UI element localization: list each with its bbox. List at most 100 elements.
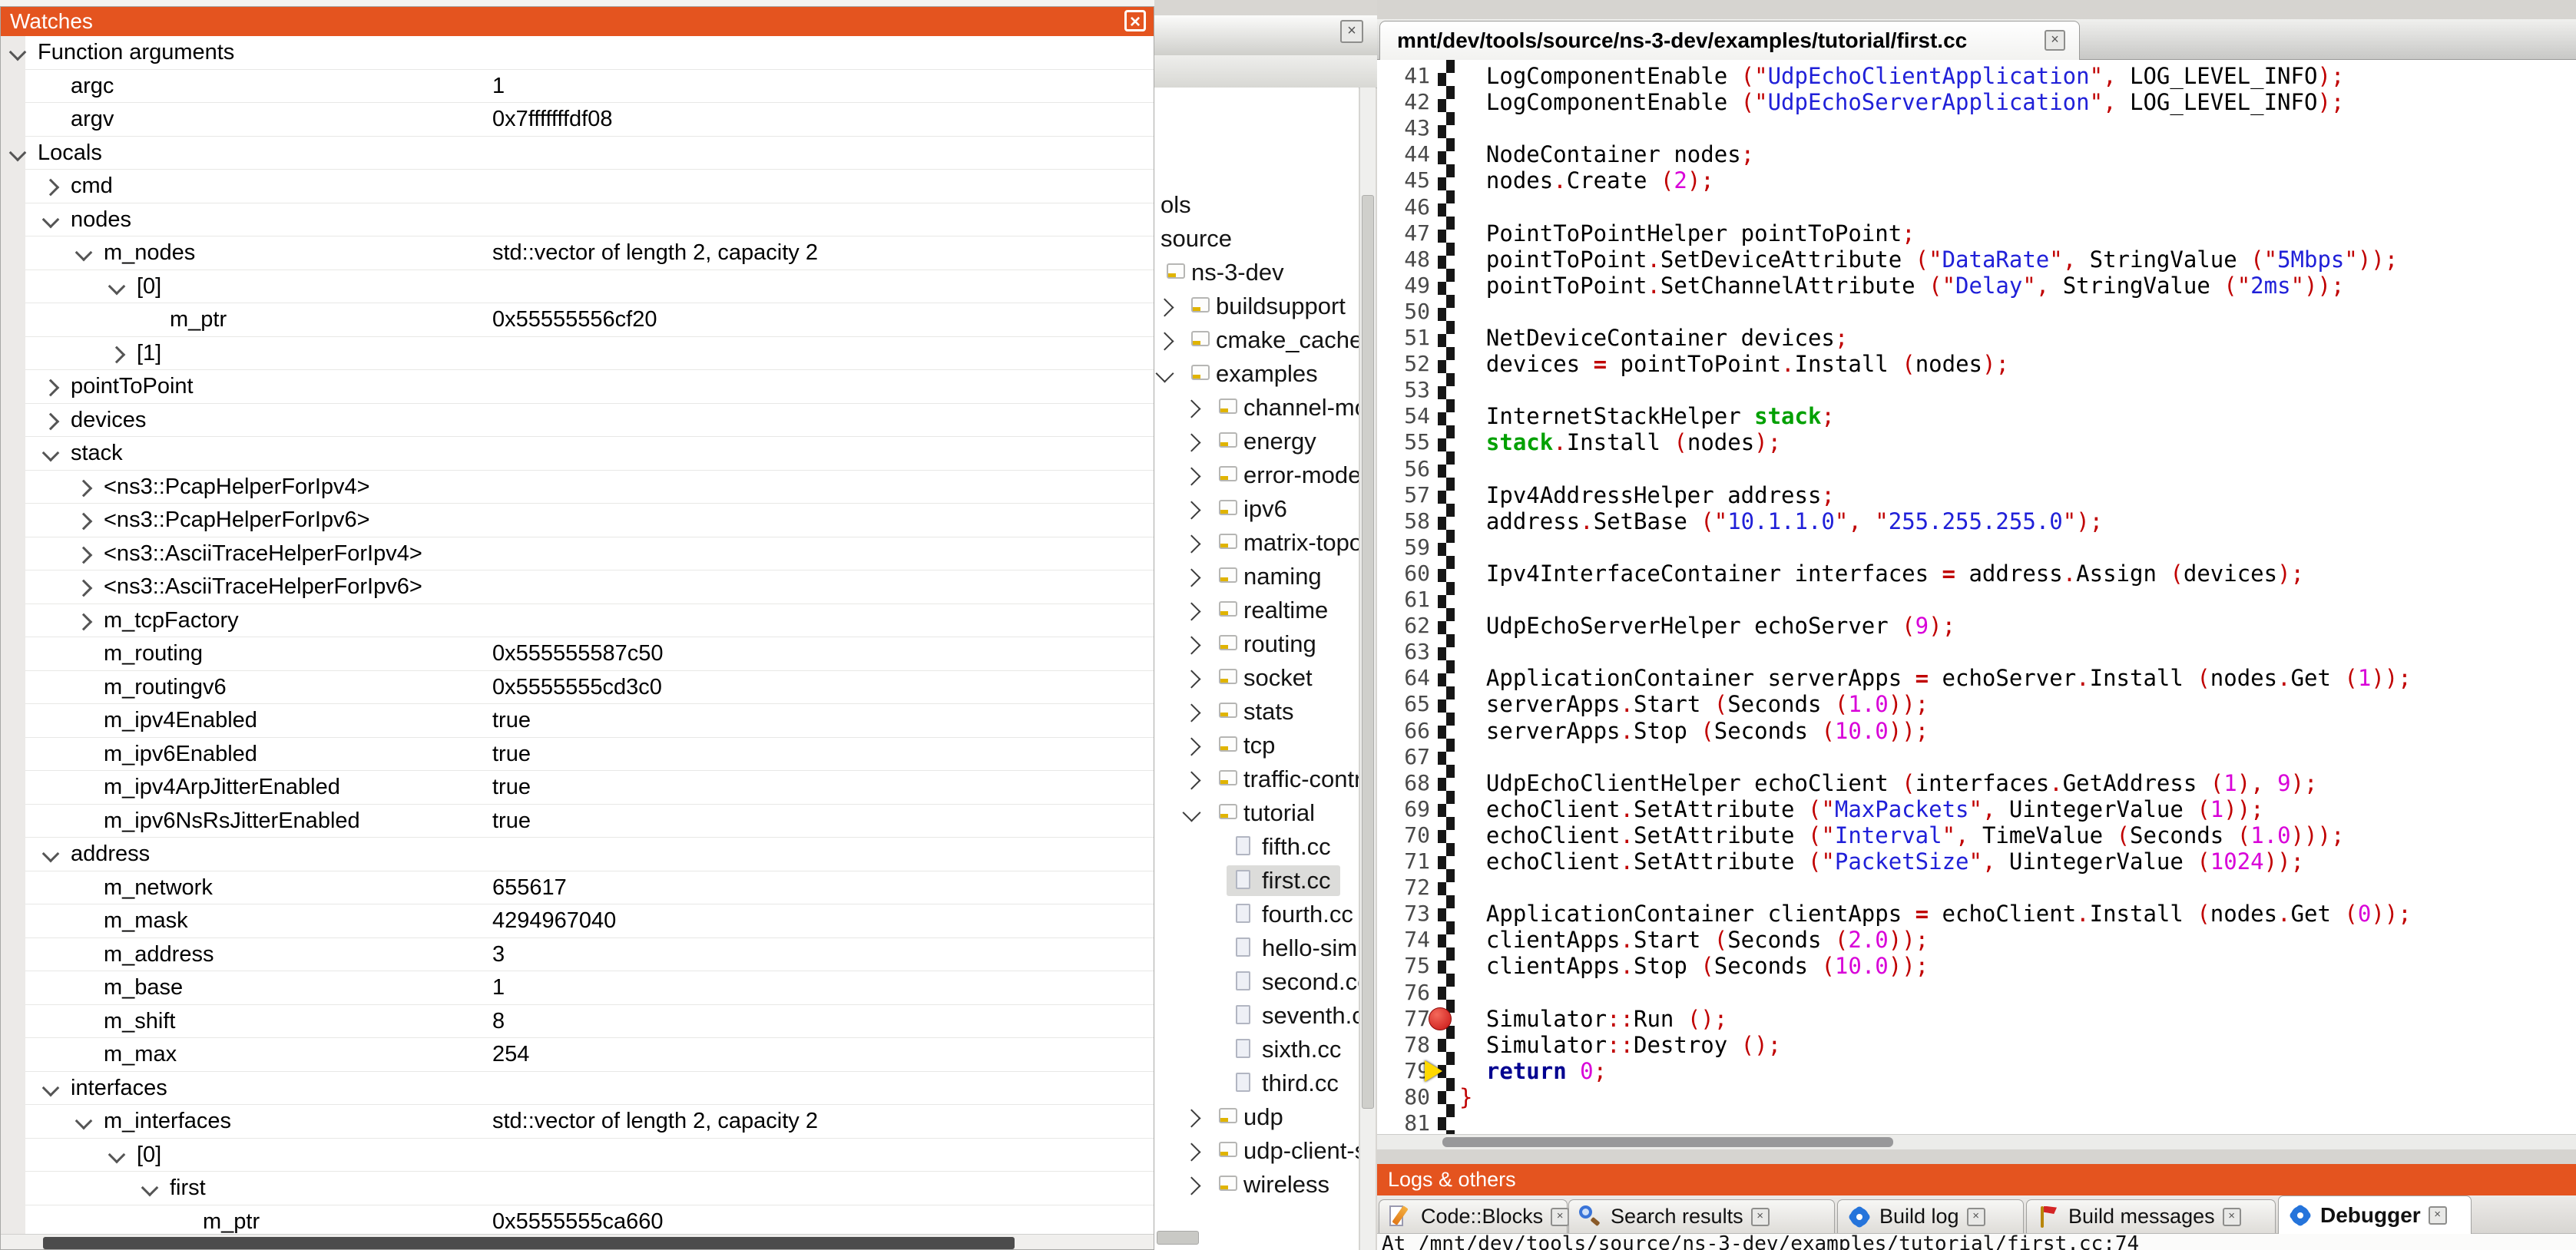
close-icon[interactable]: × <box>1751 1208 1770 1226</box>
log-tab-search-results[interactable]: Search results× <box>1568 1199 1835 1233</box>
line-number[interactable]: 68 <box>1377 770 1430 796</box>
close-icon[interactable]: × <box>1340 20 1363 43</box>
watch-row[interactable]: <ns3::PcapHelperForIpv6> <box>25 504 1154 537</box>
code-line[interactable]: 70 echoClient.SetAttribute ("Interval", … <box>1377 822 2576 848</box>
tree-item-udp[interactable]: udp <box>1154 1100 1359 1134</box>
watch-row[interactable]: m_address3 <box>25 938 1154 972</box>
code-line[interactable]: 52 devices = pointToPoint.Install (nodes… <box>1377 351 2576 377</box>
line-number[interactable]: 52 <box>1377 351 1430 377</box>
tree-item-sixth-cc[interactable]: sixth.cc <box>1154 1033 1359 1066</box>
tree-item-ipv6[interactable]: ipv6 <box>1154 492 1359 526</box>
code-line[interactable]: 48 pointToPoint.SetDeviceAttribute ("Dat… <box>1377 246 2576 273</box>
code-text[interactable]: address.SetBase ("10.1.1.0", "255.255.25… <box>1459 508 2103 534</box>
watch-row[interactable]: Function arguments <box>25 36 1154 70</box>
line-number[interactable]: 64 <box>1377 665 1430 691</box>
chevron-down-icon[interactable] <box>141 1179 159 1197</box>
code-line[interactable]: 59 <box>1377 534 2576 561</box>
chevron-right-icon[interactable] <box>75 613 93 630</box>
tree-item-first-cc[interactable]: first.cc <box>1154 864 1359 898</box>
watch-row[interactable]: m_tcpFactory <box>25 604 1154 638</box>
line-number[interactable]: 50 <box>1377 299 1430 325</box>
line-number[interactable]: 60 <box>1377 561 1430 587</box>
chevron-right-icon[interactable] <box>75 479 93 497</box>
code-text[interactable]: LogComponentEnable ("UdpEchoServerApplic… <box>1459 89 2344 115</box>
code-line[interactable]: 74 clientApps.Start (Seconds (2.0)); <box>1377 927 2576 953</box>
line-number[interactable]: 47 <box>1377 220 1430 246</box>
code-line[interactable]: 66 serverApps.Stop (Seconds (10.0)); <box>1377 718 2576 744</box>
line-number[interactable]: 58 <box>1377 508 1430 534</box>
tree-item-cmake-cache[interactable]: cmake_cache <box>1154 323 1359 357</box>
code-line[interactable]: 58 address.SetBase ("10.1.1.0", "255.255… <box>1377 508 2576 534</box>
breakpoint-icon[interactable] <box>1429 1007 1452 1030</box>
code-text[interactable]: NodeContainer nodes; <box>1459 141 1754 167</box>
code-line[interactable]: 47 PointToPointHelper pointToPoint; <box>1377 220 2576 246</box>
line-number[interactable]: 61 <box>1377 587 1430 613</box>
watch-row[interactable]: stack <box>25 437 1154 471</box>
code-text[interactable]: PointToPointHelper pointToPoint; <box>1459 220 1915 246</box>
code-line[interactable]: 72 <box>1377 875 2576 901</box>
tree-vscrollbar[interactable] <box>1359 88 1376 1250</box>
code-text[interactable]: serverApps.Start (Seconds (1.0)); <box>1459 691 1929 717</box>
code-text[interactable]: Simulator::Run (); <box>1459 1006 1727 1032</box>
line-number[interactable]: 70 <box>1377 822 1430 848</box>
watch-row[interactable]: nodes <box>25 203 1154 237</box>
line-number[interactable]: 63 <box>1377 639 1430 665</box>
watch-row[interactable]: m_ptr0x5555555ca660 <box>25 1205 1154 1235</box>
watches-hscrollbar[interactable] <box>1 1234 1154 1250</box>
line-number[interactable]: 57 <box>1377 482 1430 508</box>
close-icon[interactable]: × <box>1124 10 1146 31</box>
code-line[interactable]: 41 LogComponentEnable ("UdpEchoClientApp… <box>1377 63 2576 89</box>
line-number[interactable]: 49 <box>1377 273 1430 299</box>
watch-row[interactable]: m_ptr0x55555556cf20 <box>25 303 1154 337</box>
chevron-down-icon[interactable] <box>42 845 60 863</box>
scrollbar-thumb[interactable] <box>1362 195 1374 1109</box>
code-text[interactable]: ApplicationContainer serverApps = echoSe… <box>1459 665 2412 691</box>
tree-hscrollbar-thumb[interactable] <box>1157 1231 1199 1245</box>
line-number[interactable]: 55 <box>1377 429 1430 455</box>
line-number[interactable]: 56 <box>1377 456 1430 482</box>
code-line[interactable]: 62 UdpEchoServerHelper echoServer (9); <box>1377 613 2576 639</box>
line-number[interactable]: 46 <box>1377 194 1430 220</box>
watch-row[interactable]: devices <box>25 404 1154 438</box>
watch-row[interactable]: [0] <box>25 1139 1154 1172</box>
code-line[interactable]: 69 echoClient.SetAttribute ("MaxPackets"… <box>1377 796 2576 822</box>
tree-item-wireless[interactable]: wireless <box>1154 1168 1359 1202</box>
line-number[interactable]: 59 <box>1377 534 1430 561</box>
line-number[interactable]: 74 <box>1377 927 1430 953</box>
line-number[interactable]: 42 <box>1377 89 1430 115</box>
code-text[interactable]: LogComponentEnable ("UdpEchoClientApplic… <box>1459 63 2344 89</box>
tree-item-matrix-topolo[interactable]: matrix-topolo <box>1154 526 1359 560</box>
code-line[interactable]: 55 stack.Install (nodes); <box>1377 429 2576 455</box>
chevron-right-icon[interactable] <box>1182 670 1200 688</box>
log-tab-debugger[interactable]: Debugger× <box>2278 1195 2472 1234</box>
code-line[interactable]: 54 InternetStackHelper stack; <box>1377 403 2576 429</box>
chevron-right-icon[interactable] <box>1182 568 1200 587</box>
watch-row[interactable]: m_mask4294967040 <box>25 904 1154 938</box>
chevron-right-icon[interactable] <box>42 412 60 430</box>
watch-row[interactable]: <ns3::PcapHelperForIpv4> <box>25 471 1154 504</box>
tree-item-socket[interactable]: socket <box>1154 661 1359 695</box>
chevron-right-icon[interactable] <box>42 179 60 197</box>
chevron-right-icon[interactable] <box>1155 298 1174 316</box>
watch-row[interactable]: argc1 <box>25 70 1154 104</box>
code-line[interactable]: 73 ApplicationContainer clientApps = ech… <box>1377 901 2576 927</box>
code-line[interactable]: 44 NodeContainer nodes; <box>1377 141 2576 167</box>
watch-row[interactable]: cmd <box>25 170 1154 203</box>
line-number[interactable]: 44 <box>1377 141 1430 167</box>
scrollbar-thumb[interactable] <box>43 1237 1015 1249</box>
line-number[interactable]: 65 <box>1377 691 1430 717</box>
tree-item-tutorial[interactable]: tutorial <box>1154 796 1359 830</box>
tree-item-tcp[interactable]: tcp <box>1154 729 1359 762</box>
watch-row[interactable]: Locals <box>25 137 1154 170</box>
tree-item-udp-client-ser[interactable]: udp-client-ser <box>1154 1134 1359 1168</box>
line-number[interactable]: 43 <box>1377 115 1430 141</box>
code-line[interactable]: 80} <box>1377 1084 2576 1110</box>
tree-item-third-cc[interactable]: third.cc <box>1154 1066 1359 1100</box>
code-text[interactable]: stack.Install (nodes); <box>1459 429 1781 455</box>
line-number[interactable]: 73 <box>1377 901 1430 927</box>
line-number[interactable]: 48 <box>1377 246 1430 273</box>
code-line[interactable]: 64 ApplicationContainer serverApps = ech… <box>1377 665 2576 691</box>
code-text[interactable]: Ipv4AddressHelper address; <box>1459 482 1835 508</box>
tree-item-source[interactable]: source <box>1154 222 1359 256</box>
code-text[interactable]: return 0; <box>1459 1058 1607 1084</box>
